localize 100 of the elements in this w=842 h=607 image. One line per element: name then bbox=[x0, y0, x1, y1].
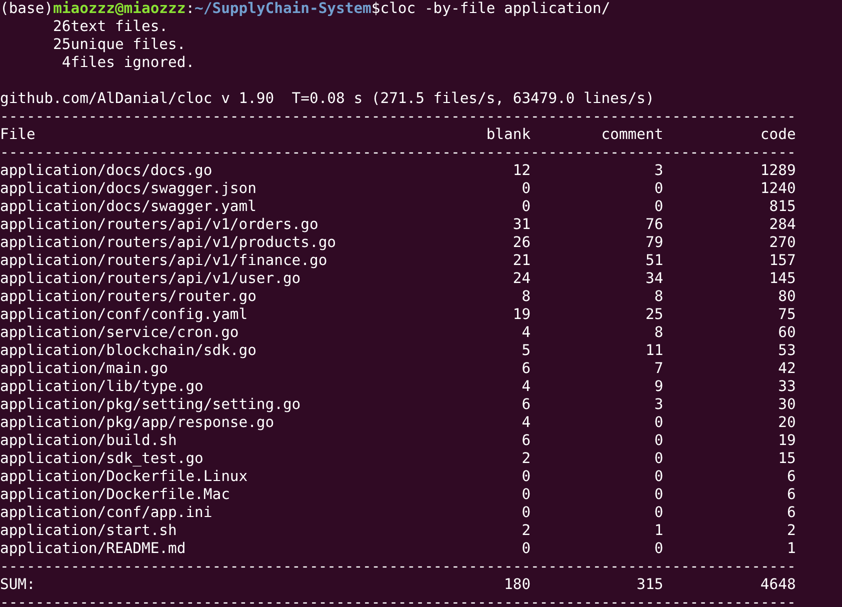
summary-text: unique files. bbox=[70, 36, 186, 54]
prompt-symbol: $ bbox=[371, 0, 380, 18]
table-cell-text: 6 bbox=[786, 486, 796, 504]
table-cell-text: 0 bbox=[653, 180, 664, 198]
table-cell-text: 60 bbox=[777, 324, 796, 342]
table-cell-text: 79 bbox=[644, 234, 664, 252]
summary-text: files ignored. bbox=[70, 54, 195, 72]
sum-cell-text: 180 bbox=[503, 576, 531, 594]
table-cell-text: 0 bbox=[520, 504, 531, 522]
table-cell-text: application/Dockerfile.Linux bbox=[0, 468, 249, 486]
table-cell-text: application/pkg/setting/setting.go bbox=[0, 396, 302, 414]
table-cell-text: 7 bbox=[653, 360, 664, 378]
table-cell-text: 20 bbox=[777, 414, 796, 432]
dashed-rule: ------------------------------------------------------------------------------------------ bbox=[0, 558, 796, 576]
table-cell-text: 0 bbox=[653, 432, 664, 450]
table-cell-text: 4 bbox=[520, 414, 531, 432]
table-cell-text: 19 bbox=[512, 306, 531, 324]
table-cell-text: application/build.sh bbox=[0, 432, 178, 450]
table-cell-text: application/routers/api/v1/finance.go bbox=[0, 252, 328, 270]
table-cell-text: 9 bbox=[653, 378, 664, 396]
summary-count: 4 bbox=[60, 54, 71, 72]
column-header: comment bbox=[600, 126, 664, 144]
table-cell-text: 145 bbox=[768, 270, 796, 288]
table-cell-text: application/docs/docs.go bbox=[0, 162, 214, 180]
table-cell-text: 6 bbox=[786, 468, 796, 486]
dashed-rule: ------------------------------------------------------------------------------------------ bbox=[0, 108, 796, 126]
table-cell-text: 0 bbox=[520, 468, 531, 486]
table-cell-text: 80 bbox=[777, 288, 796, 306]
table-cell-text: 31 bbox=[512, 216, 531, 234]
table-cell-text: 19 bbox=[777, 432, 796, 450]
table-cell-text: 6 bbox=[520, 396, 531, 414]
table-cell-text: 6 bbox=[786, 504, 796, 522]
table-cell-text: 75 bbox=[777, 306, 796, 324]
table-cell-text: 42 bbox=[777, 360, 796, 378]
table-cell-text: 34 bbox=[644, 270, 664, 288]
table-cell-text: application/Dockerfile.Mac bbox=[0, 486, 231, 504]
table-cell-text: 8 bbox=[653, 324, 664, 342]
table-cell-text: 815 bbox=[768, 198, 796, 216]
column-header: code bbox=[759, 126, 796, 144]
version-line: github.com/AlDanial/cloc v 1.90 T=0.08 s (271.5 files/s, 63479.0 lines/s) bbox=[0, 90, 654, 108]
prompt-user-host: miaozzz@miaozzz bbox=[53, 0, 186, 18]
table-cell-text: 1289 bbox=[759, 162, 796, 180]
table-cell-text: 1 bbox=[653, 522, 664, 540]
table-cell-text: 24 bbox=[512, 270, 531, 288]
table-cell-text: application/routers/api/v1/user.go bbox=[0, 270, 302, 288]
prompt-separator: : bbox=[186, 0, 195, 18]
table-cell-text: 4 bbox=[520, 378, 531, 396]
prompt-env: (base) bbox=[0, 0, 54, 18]
command-text: cloc -by-file application/ bbox=[380, 0, 610, 18]
table-cell-text: 284 bbox=[768, 216, 796, 234]
table-cell-text: 0 bbox=[520, 486, 531, 504]
sum-cell-text: 4648 bbox=[759, 576, 796, 594]
table-cell-text: 0 bbox=[653, 198, 664, 216]
table-cell-text: 4 bbox=[520, 324, 531, 342]
table-cell-text: application/pkg/app/response.go bbox=[0, 414, 276, 432]
column-header: blank bbox=[485, 126, 531, 144]
table-cell-text: 3 bbox=[653, 162, 664, 180]
table-cell-text: 51 bbox=[644, 252, 664, 270]
table-cell-text: 8 bbox=[653, 288, 664, 306]
table-cell-text: 21 bbox=[512, 252, 531, 270]
table-cell-text: 11 bbox=[644, 342, 664, 360]
table-cell-text: 15 bbox=[777, 450, 796, 468]
table-cell-text: 157 bbox=[768, 252, 796, 270]
table-cell-text: 5 bbox=[520, 342, 531, 360]
sum-cell-text: 315 bbox=[636, 576, 664, 594]
table-cell-text: 6 bbox=[520, 432, 531, 450]
table-cell-text: application/lib/type.go bbox=[0, 378, 204, 396]
table-cell-text: 0 bbox=[653, 468, 664, 486]
prompt-path: ~/SupplyChain-System bbox=[194, 0, 372, 18]
table-cell-text: 270 bbox=[768, 234, 796, 252]
table-cell-text: application/routers/api/v1/orders.go bbox=[0, 216, 320, 234]
table-cell-text: application/service/cron.go bbox=[0, 324, 240, 342]
table-cell-text: 2 bbox=[786, 522, 796, 540]
table-cell-text: 76 bbox=[644, 216, 664, 234]
summary-text: text files. bbox=[70, 18, 168, 36]
table-cell-text: 12 bbox=[512, 162, 531, 180]
table-cell-text: 26 bbox=[512, 234, 531, 252]
table-cell-text: 0 bbox=[653, 486, 664, 504]
table-cell-text: application/docs/swagger.yaml bbox=[0, 198, 258, 216]
table-cell-text: 25 bbox=[644, 306, 664, 324]
table-cell-text: application/conf/config.yaml bbox=[0, 306, 249, 324]
table-cell-text: 1 bbox=[786, 540, 796, 558]
table-cell-text: 2 bbox=[520, 450, 531, 468]
table-cell-text: 0 bbox=[520, 540, 531, 558]
table-cell-text: 0 bbox=[653, 504, 664, 522]
table-cell-text: application/conf/app.ini bbox=[0, 504, 214, 522]
dashed-rule: ------------------------------------------------------------------------------------------ bbox=[0, 594, 796, 607]
table-cell-text: 0 bbox=[520, 180, 531, 198]
table-cell-text: application/docs/swagger.json bbox=[0, 180, 258, 198]
table-cell-text: 6 bbox=[520, 360, 531, 378]
table-cell-text: 3 bbox=[653, 396, 664, 414]
table-cell-text: application/routers/api/v1/products.go bbox=[0, 234, 338, 252]
table-cell-text: 8 bbox=[520, 288, 531, 306]
table-cell-text: 1240 bbox=[759, 180, 796, 198]
table-cell-text: application/main.go bbox=[0, 360, 170, 378]
table-cell-text: application/sdk_test.go bbox=[0, 450, 204, 468]
column-header: File bbox=[0, 126, 36, 144]
table-cell-text: application/routers/router.go bbox=[0, 288, 258, 306]
table-cell-text: application/start.sh bbox=[0, 522, 178, 540]
table-cell-text: 2 bbox=[520, 522, 531, 540]
